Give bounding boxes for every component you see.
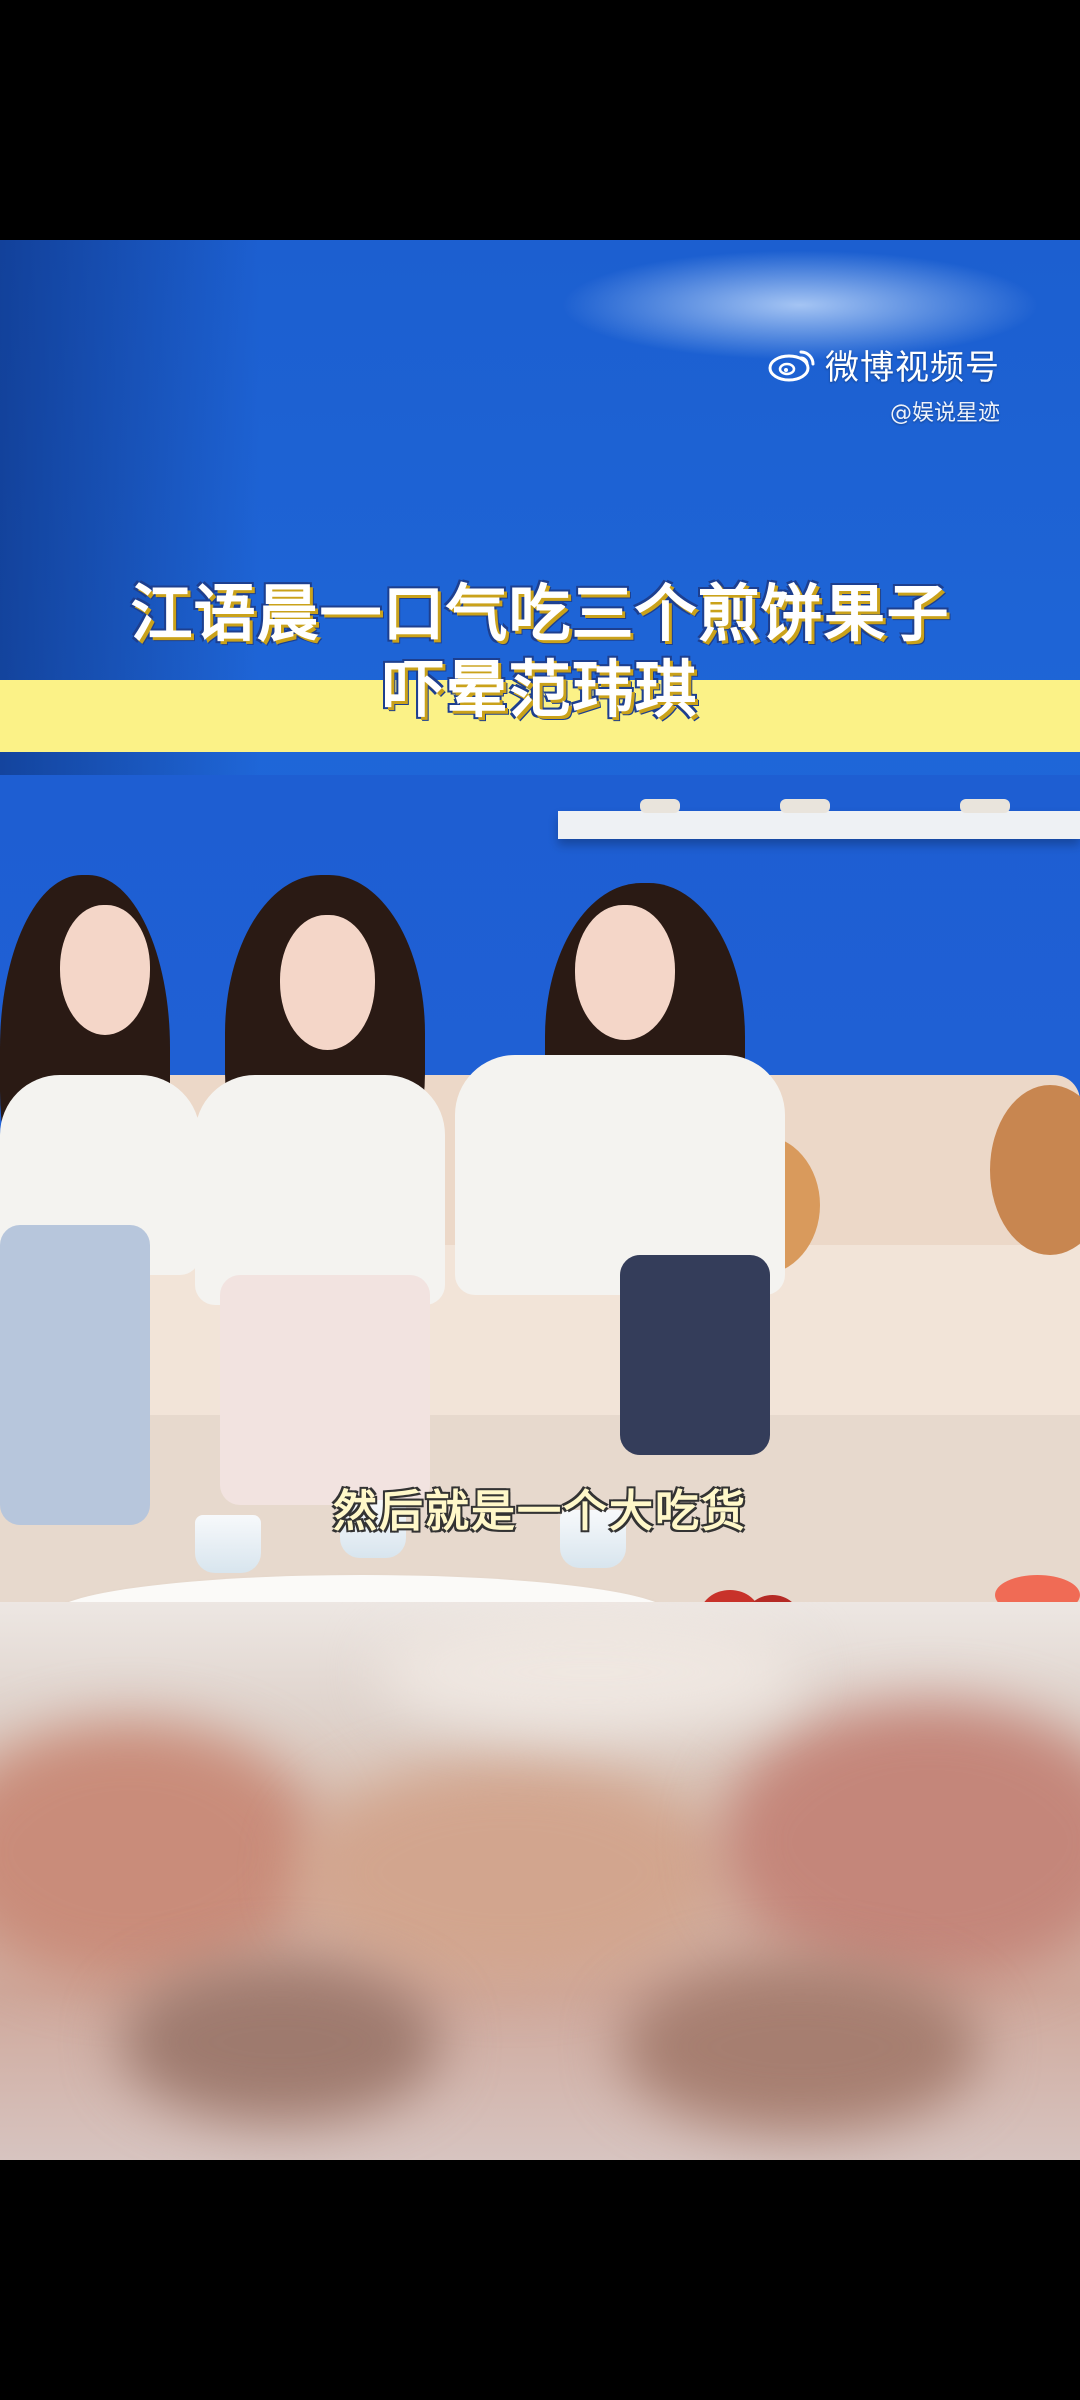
blurred-background (0, 1602, 1080, 2160)
wall-shelf (558, 811, 1080, 839)
weibo-logo-icon (768, 350, 815, 381)
watermark-user: @娱说星迹 (889, 401, 1000, 426)
watermark-platform: 微博视频号 (825, 348, 1000, 388)
video-player[interactable]: 微博视频号 @娱说星迹 江语晨一口气吃三个煎饼果子 吓晕范玮琪 然后就是一个大吃… (0, 240, 1080, 1602)
title-line-2: 吓晕范玮琪 (382, 653, 698, 726)
bottom-letterbox (0, 2160, 1080, 2400)
video-title: 江语晨一口气吃三个煎饼果子 吓晕范玮琪 (0, 576, 1080, 728)
top-letterbox (0, 0, 1080, 240)
shelf-item (640, 799, 680, 813)
title-line-1: 江语晨一口气吃三个煎饼果子 (130, 577, 950, 650)
shelf-item (780, 799, 830, 813)
weibo-watermark: 微博视频号 @娱说星迹 (767, 340, 1000, 427)
shelf-item (960, 799, 1010, 813)
video-subtitle: 然后就是一个大吃货 (333, 1486, 747, 1537)
